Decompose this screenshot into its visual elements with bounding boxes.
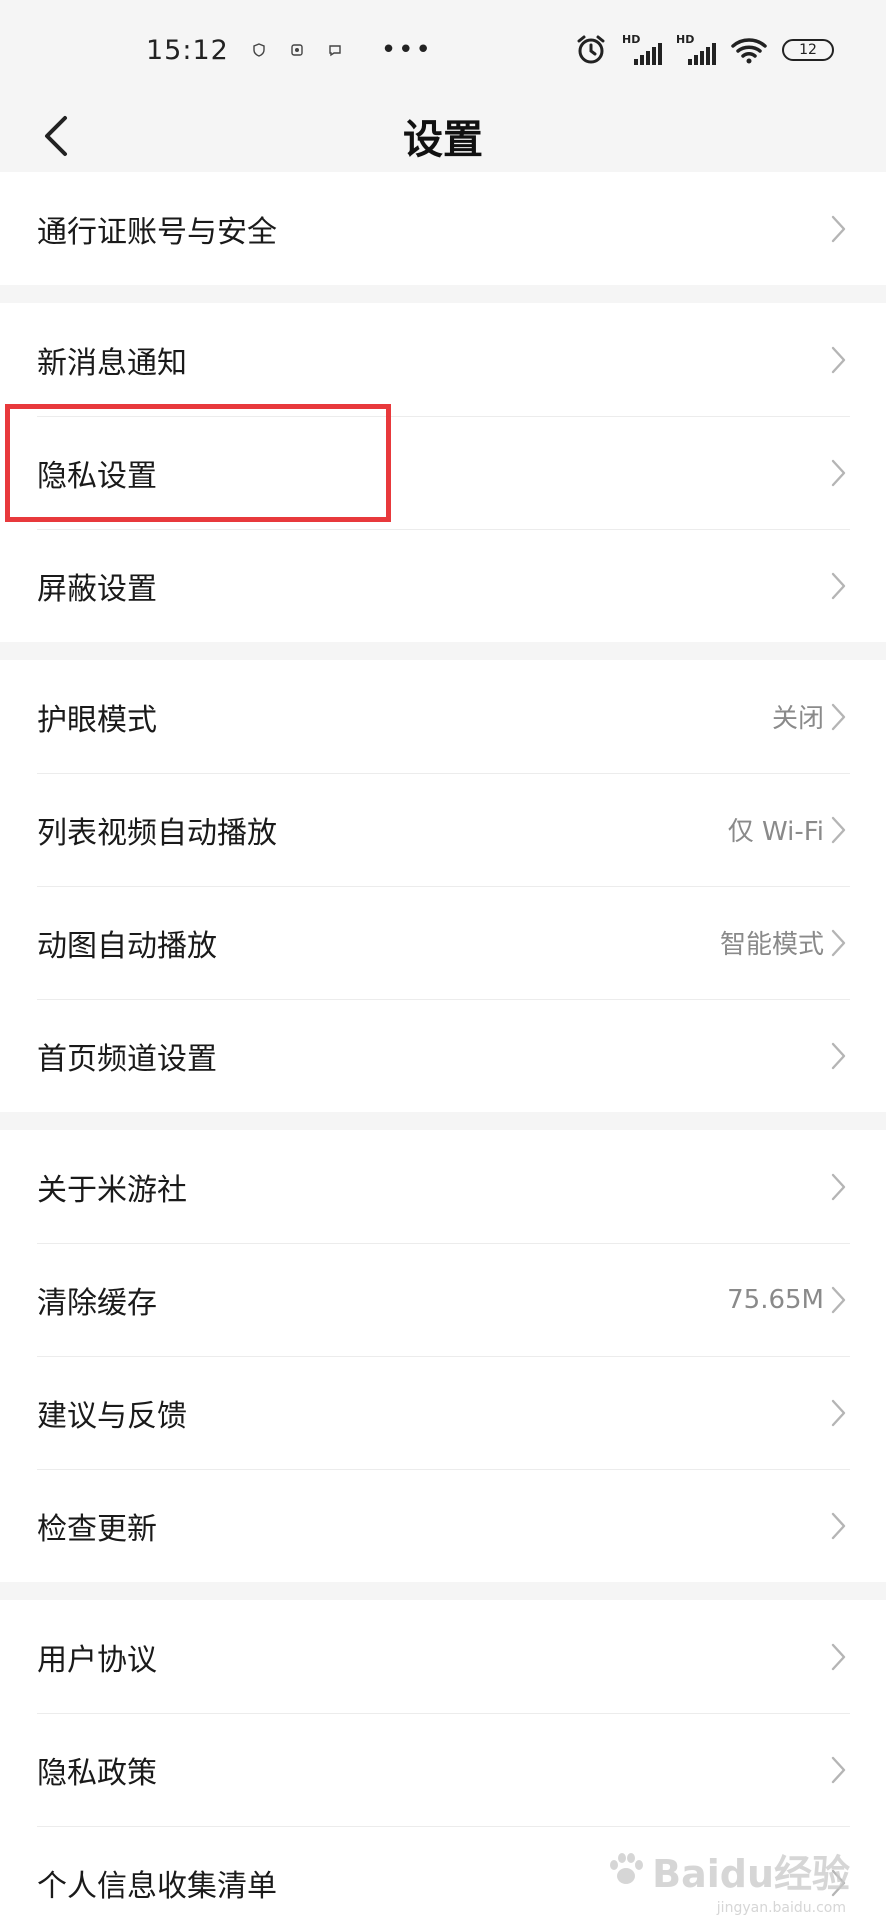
settings-row[interactable]: 用户协议 bbox=[0, 1600, 886, 1713]
settings-row-value: 仅 Wi-Fi bbox=[727, 817, 824, 847]
chevron-right-icon bbox=[831, 1643, 846, 1670]
watermark-brand: Baidu经验 bbox=[652, 1852, 850, 1896]
settings-row[interactable]: 列表视频自动播放 仅 Wi-Fi bbox=[0, 773, 886, 886]
settings-row-right: 关闭 bbox=[772, 698, 850, 735]
settings-row-label: 建议与反馈 bbox=[37, 1398, 187, 1434]
settings-row-right bbox=[824, 1039, 850, 1073]
settings-row-label: 新消息通知 bbox=[37, 345, 187, 381]
settings-row-value: 关闭 bbox=[771, 704, 824, 734]
settings-row-right: 75.65M bbox=[727, 1283, 850, 1317]
status-left: 15:12 ••• bbox=[146, 35, 433, 66]
settings-row-right: 智能模式 bbox=[720, 924, 850, 961]
chevron-right-icon bbox=[831, 1286, 846, 1313]
chevron-right-icon bbox=[831, 215, 846, 242]
settings-row[interactable]: 动图自动播放 智能模式 bbox=[0, 886, 886, 999]
chevron-right-icon bbox=[831, 816, 846, 843]
app-notification-icon bbox=[291, 44, 303, 56]
wifi-icon bbox=[731, 38, 767, 64]
alarm-icon bbox=[577, 35, 605, 64]
status-bar: 15:12 ••• HD HD 12 bbox=[0, 0, 886, 100]
settings-row[interactable]: 首页频道设置 bbox=[0, 999, 886, 1112]
signal-1-icon: HD bbox=[622, 33, 662, 65]
settings-row-label: 关于米游社 bbox=[37, 1172, 187, 1208]
status-right: HD HD 12 bbox=[574, 33, 834, 67]
settings-group: 护眼模式 关闭列表视频自动播放 仅 Wi-Fi 动图自动播放 智能模式首页频道设置 bbox=[0, 660, 886, 1112]
signal-2-icon: HD bbox=[676, 33, 716, 65]
settings-group: 新消息通知隐私设置屏蔽设置 bbox=[0, 303, 886, 642]
settings-row-right bbox=[824, 1753, 850, 1787]
settings-row-value: 智能模式 bbox=[719, 930, 824, 960]
settings-group: 关于米游社清除缓存 75.65M 建议与反馈检查更新 bbox=[0, 1130, 886, 1582]
chevron-right-icon bbox=[831, 703, 846, 730]
settings-row[interactable]: 隐私设置 bbox=[0, 416, 886, 529]
settings-row[interactable]: 检查更新 bbox=[0, 1469, 886, 1582]
settings-row-label: 首页频道设置 bbox=[37, 1041, 217, 1077]
settings-row-label: 动图自动播放 bbox=[37, 928, 217, 964]
status-time: 15:12 bbox=[146, 34, 229, 66]
settings-row[interactable]: 通行证账号与安全 bbox=[0, 172, 886, 285]
chevron-right-icon bbox=[831, 346, 846, 373]
settings-list: 通行证账号与安全 新消息通知隐私设置屏蔽设置护眼模式 关闭列表视频自动播放 仅 Wi-… bbox=[0, 172, 886, 1920]
settings-row-label: 检查更新 bbox=[37, 1511, 157, 1547]
chevron-right-icon bbox=[831, 929, 846, 956]
settings-row-right bbox=[824, 456, 850, 490]
settings-row[interactable]: 护眼模式 关闭 bbox=[0, 660, 886, 773]
settings-row-right bbox=[824, 1509, 850, 1543]
settings-row-value: 75.65M bbox=[727, 1284, 824, 1315]
settings-row[interactable]: 隐私政策 bbox=[0, 1713, 886, 1826]
settings-row-label: 用户协议 bbox=[37, 1642, 157, 1678]
chevron-right-icon bbox=[831, 1512, 846, 1539]
page-title: 设置 bbox=[403, 117, 483, 163]
more-notifications-icon: ••• bbox=[380, 35, 433, 65]
settings-row-label: 清除缓存 bbox=[37, 1285, 157, 1321]
back-button[interactable] bbox=[30, 110, 82, 162]
settings-row-label: 护眼模式 bbox=[37, 702, 157, 738]
nav-bar: 设置 bbox=[0, 100, 886, 172]
chevron-right-icon bbox=[831, 459, 846, 486]
chevron-right-icon bbox=[831, 1399, 846, 1426]
settings-row-right: 仅 Wi-Fi bbox=[728, 811, 850, 848]
settings-row-right bbox=[824, 212, 850, 246]
baidu-watermark: Baidu经验 jingyan.baidu.com bbox=[606, 1843, 850, 1916]
settings-row-label: 通行证账号与安全 bbox=[37, 214, 277, 250]
chevron-right-icon bbox=[831, 1756, 846, 1783]
settings-row[interactable]: 屏蔽设置 bbox=[0, 529, 886, 642]
chevron-left-icon bbox=[45, 116, 67, 156]
settings-row-label: 屏蔽设置 bbox=[37, 571, 157, 607]
settings-row-label: 个人信息收集清单 bbox=[37, 1868, 277, 1904]
settings-row-label: 隐私政策 bbox=[37, 1755, 157, 1791]
shield-notification-icon bbox=[253, 43, 265, 57]
chevron-right-icon bbox=[831, 1042, 846, 1069]
battery-indicator: 12 bbox=[782, 39, 834, 61]
settings-row-right bbox=[824, 1640, 850, 1674]
settings-row[interactable]: 清除缓存 75.65M bbox=[0, 1243, 886, 1356]
settings-row-right bbox=[824, 343, 850, 377]
settings-row-right bbox=[824, 569, 850, 603]
settings-row-right bbox=[824, 1396, 850, 1430]
settings-group: 通行证账号与安全 bbox=[0, 172, 886, 285]
chevron-right-icon bbox=[831, 1173, 846, 1200]
paw-logo-icon bbox=[610, 1853, 644, 1884]
settings-row-right bbox=[824, 1170, 850, 1204]
settings-row[interactable]: 新消息通知 bbox=[0, 303, 886, 416]
watermark-url: jingyan.baidu.com bbox=[716, 1900, 846, 1916]
message-notification-icon bbox=[329, 45, 341, 57]
settings-row[interactable]: 关于米游社 bbox=[0, 1130, 886, 1243]
settings-row-label: 列表视频自动播放 bbox=[37, 815, 277, 851]
chevron-right-icon bbox=[831, 572, 846, 599]
settings-row[interactable]: 建议与反馈 bbox=[0, 1356, 886, 1469]
settings-row-label: 隐私设置 bbox=[37, 458, 157, 494]
